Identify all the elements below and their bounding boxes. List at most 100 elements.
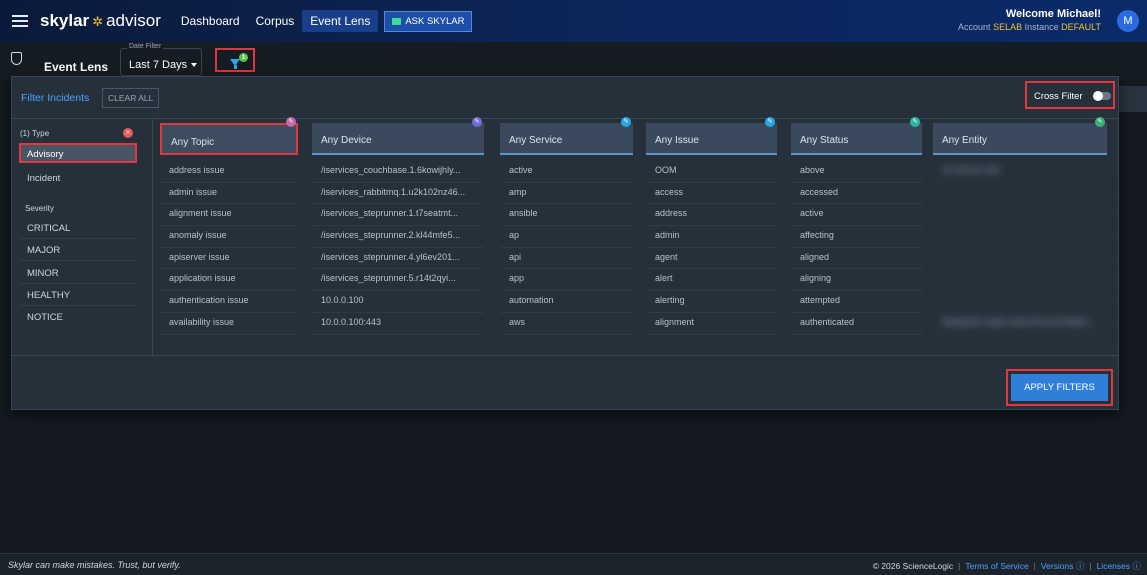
column-header-entity[interactable]: Any Entity	[933, 123, 1107, 155]
list-item[interactable]	[933, 226, 1107, 248]
clear-type-icon[interactable]: ×	[123, 128, 133, 138]
list-item[interactable]: affecting	[791, 226, 922, 248]
list-item[interactable]: amp	[500, 183, 633, 205]
severity-header: Severity	[25, 204, 54, 213]
list-item[interactable]: accessed	[791, 183, 922, 205]
list-item[interactable]: attempted	[791, 291, 922, 313]
type-item-incident[interactable]: Incident	[19, 169, 137, 189]
column-list: address issue admin issue alignment issue a…	[160, 161, 298, 335]
licenses-link[interactable]: Licenses ⓘ	[1097, 560, 1141, 572]
column-header-issue[interactable]: Any Issue	[646, 123, 777, 155]
cross-filter-label: Cross Filter	[1034, 91, 1083, 102]
list-item[interactable]: active	[791, 204, 922, 227]
column-edit-icon[interactable]: ✎	[286, 117, 296, 127]
ask-skylar-button[interactable]: ASK SKYLAR	[384, 10, 473, 32]
logo-star-icon: ✲	[92, 14, 104, 29]
column-header-service[interactable]: Any Service	[500, 123, 633, 155]
list-item[interactable]: application issue	[160, 269, 298, 292]
column-edit-icon[interactable]: ✎	[1095, 117, 1105, 127]
list-item[interactable]: alert	[646, 269, 777, 292]
column-edit-icon[interactable]: ✎	[910, 117, 920, 127]
list-item[interactable]: alignment issue	[160, 204, 298, 227]
filter-panel: Filter Incidents CLEAR ALL Cross Filter …	[11, 76, 1119, 410]
list-item[interactable]: OOM	[646, 161, 777, 183]
list-item[interactable]: 10.0.0.100	[312, 291, 484, 313]
list-item[interactable]: alerting	[646, 291, 777, 313]
list-item[interactable]: apiserver issue	[160, 248, 298, 270]
type-item-advisory[interactable]: Advisory	[19, 143, 137, 163]
top-bar: skylar ✲ advisor Dashboard Corpus Event …	[0, 0, 1147, 42]
account-info: Account SELAB Instance DEFAULT	[958, 22, 1101, 32]
list-item[interactable]	[933, 183, 1107, 205]
avatar[interactable]: M	[1117, 10, 1139, 32]
list-item[interactable]	[933, 248, 1107, 270]
caret-down-icon	[191, 63, 198, 68]
menu-icon[interactable]	[12, 12, 28, 30]
list-item[interactable]: /iservices_couchbase.1.6kowijhly...	[312, 161, 484, 183]
chat-icon	[392, 17, 402, 25]
nav-event-lens[interactable]: Event Lens	[302, 10, 379, 32]
list-item[interactable]: active	[500, 161, 633, 183]
terms-link[interactable]: Terms of Service	[965, 561, 1028, 571]
column-topic: Any Topic ✎ address issue admin issue alignm…	[160, 117, 298, 335]
list-item[interactable]: authenticated	[791, 313, 922, 335]
list-item[interactable]: /iservices_steprunner.2.kl44mfe5...	[312, 226, 484, 248]
account-value[interactable]: SELAB	[993, 22, 1022, 32]
apply-filters-button[interactable]: APPLY FILTERS	[1011, 374, 1108, 401]
list-item[interactable]: authentication issue	[160, 291, 298, 313]
severity-minor[interactable]: MINOR	[19, 264, 137, 284]
list-item[interactable]: address	[646, 204, 777, 227]
date-filter-value: Last 7 Days	[129, 59, 198, 71]
list-item[interactable]: aligning	[791, 269, 922, 292]
list-item[interactable]: above	[791, 161, 922, 183]
column-header-status[interactable]: Any Status	[791, 123, 922, 155]
list-item[interactable]: admin	[646, 226, 777, 248]
list-item[interactable]	[933, 291, 1107, 313]
list-item[interactable]: aws	[500, 313, 633, 335]
list-item[interactable]: alignment	[646, 313, 777, 335]
list-item[interactable]: agent	[646, 248, 777, 270]
list-item[interactable]: app	[500, 269, 633, 292]
cross-filter-toggle[interactable]	[1093, 91, 1111, 101]
list-item[interactable]: api	[500, 248, 633, 270]
list-item[interactable]: automation	[500, 291, 633, 313]
welcome-block: Welcome Michael! Account SELAB Instance …	[958, 8, 1101, 32]
list-item[interactable]: 10.100.00.100	[933, 161, 1107, 183]
list-item[interactable]: ansible	[500, 204, 633, 227]
column-service: Any Service ✎ active amp ansible ap api app auto…	[500, 117, 633, 335]
clear-all-button[interactable]: CLEAR ALL	[102, 88, 160, 108]
column-edit-icon[interactable]: ✎	[765, 117, 775, 127]
list-item[interactable]: /iservices_rabbitmq.1.u2k102nz46...	[312, 183, 484, 205]
list-item[interactable]: /iservices_steprunner.1.t7seatmt...	[312, 204, 484, 227]
list-item[interactable]	[933, 204, 1107, 227]
list-item[interactable]: /iservices_steprunner.5.r14t2qyi...	[312, 269, 484, 292]
nav-dashboard[interactable]: Dashboard	[173, 10, 248, 32]
nav-corpus[interactable]: Corpus	[248, 10, 303, 32]
versions-link[interactable]: Versions ⓘ	[1041, 560, 1084, 572]
list-item[interactable]: availability issue	[160, 313, 298, 335]
list-item[interactable]: access	[646, 183, 777, 205]
list-item[interactable]: 9de9edd7-bdda-4cb5-87b-b17b3b01...	[933, 313, 1107, 335]
logo[interactable]: skylar ✲ advisor	[40, 11, 161, 31]
column-edit-icon[interactable]: ✎	[621, 117, 631, 127]
severity-major[interactable]: MAJOR	[19, 241, 137, 261]
list-item[interactable]: /iservices_steprunner.4.yl6ev201...	[312, 248, 484, 270]
list-item[interactable]	[933, 269, 1107, 292]
filter-button[interactable]: 1	[215, 48, 255, 72]
list-item[interactable]: admin issue	[160, 183, 298, 205]
column-edit-icon[interactable]: ✎	[472, 117, 482, 127]
column-header-device[interactable]: Any Device	[312, 123, 484, 155]
severity-notice[interactable]: NOTICE	[19, 308, 137, 328]
list-item[interactable]: aligned	[791, 248, 922, 270]
list-item[interactable]: address issue	[160, 161, 298, 183]
severity-critical[interactable]: CRITICAL	[19, 219, 137, 239]
column-header-topic[interactable]: Any Topic	[160, 123, 298, 155]
date-filter-select[interactable]: Date Filter Last 7 Days	[120, 43, 202, 76]
instance-value[interactable]: DEFAULT	[1061, 22, 1101, 32]
list-item[interactable]: ap	[500, 226, 633, 248]
list-item[interactable]: anomaly issue	[160, 226, 298, 248]
shield-icon	[11, 52, 22, 65]
list-item[interactable]: 10.0.0.100:443	[312, 313, 484, 335]
severity-healthy[interactable]: HEALTHY	[19, 286, 137, 306]
welcome-text: Welcome Michael!	[1005, 8, 1101, 20]
